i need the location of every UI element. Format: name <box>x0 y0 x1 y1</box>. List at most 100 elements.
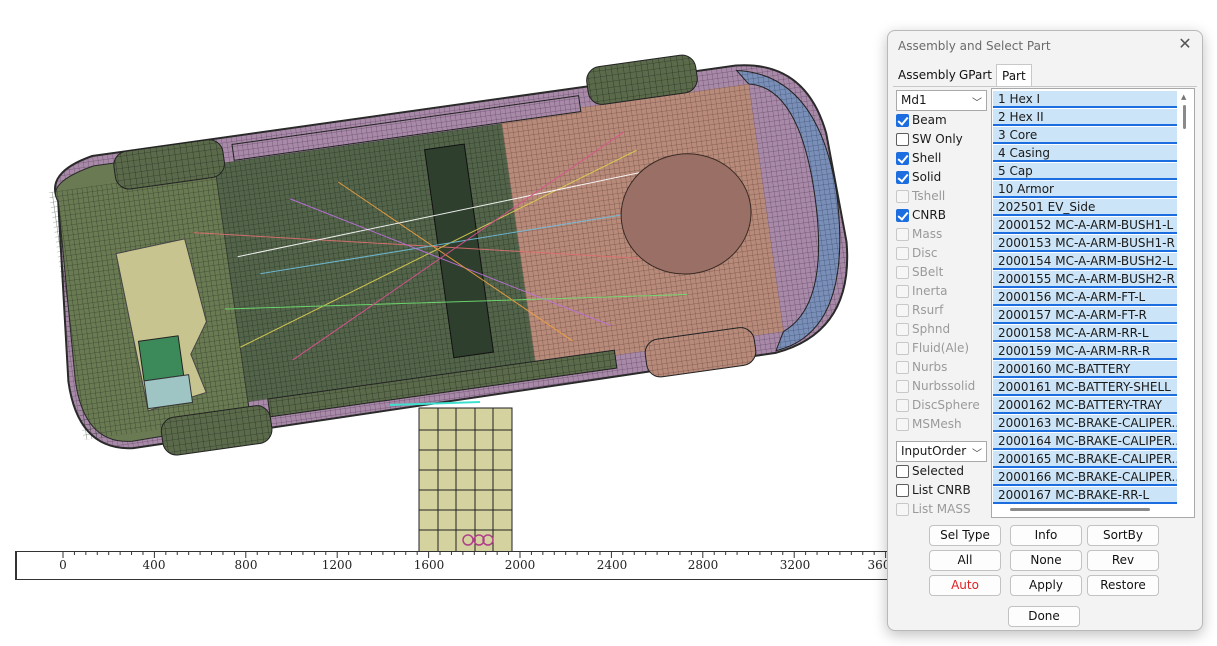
order-select[interactable]: InputOrder ﹀ <box>896 441 987 462</box>
list-item[interactable]: 2000157 MC-A-ARM-FT-R <box>993 307 1177 324</box>
list-item[interactable]: 2000158 MC-A-ARM-RR-L <box>993 325 1177 342</box>
checkbox-checked-icon[interactable] <box>896 152 909 165</box>
sortby-button[interactable]: SortBy <box>1087 525 1159 546</box>
list-item[interactable]: 202501 EV_Side <box>993 199 1177 216</box>
checkbox-empty-icon <box>896 247 909 260</box>
ruler-label: 1200 <box>321 558 353 572</box>
checkbox-checked-icon[interactable] <box>896 209 909 222</box>
checkbox-empty-icon <box>896 418 909 431</box>
model-viewport[interactable]: 0 400 800 1200 1600 2000 2400 2800 3200 … <box>0 0 895 600</box>
checkbox-label: Inerta <box>912 284 948 298</box>
list-item[interactable]: 2000153 MC-A-ARM-BUSH1-R <box>993 235 1177 252</box>
checkbox-empty-icon <box>896 323 909 336</box>
checkbox-checked-icon[interactable] <box>896 114 909 127</box>
checkbox-label: Tshell <box>912 189 946 203</box>
ruler-label: 2000 <box>504 558 536 572</box>
list-item[interactable]: 2000164 MC-BRAKE-CALIPER... <box>993 433 1177 450</box>
tab-gpart[interactable]: GPart <box>954 64 997 86</box>
model-select[interactable]: Md1 ﹀ <box>896 90 987 111</box>
list-item[interactable]: 5 Cap <box>993 163 1177 180</box>
part-list[interactable]: 1 Hex I2 Hex II 3 Core 4 Casing 5 Cap 10 Arm… <box>991 88 1195 518</box>
list-item[interactable]: 2000163 MC-BRAKE-CALIPER... <box>993 415 1177 432</box>
distance-ruler: 0 400 800 1200 1600 2000 2400 2800 3200 … <box>15 551 895 580</box>
checkbox-empty-icon[interactable] <box>896 484 909 497</box>
order-select-value: InputOrder <box>901 444 967 458</box>
checkbox-empty-icon <box>896 361 909 374</box>
model-select-value: Md1 <box>901 93 927 107</box>
list-item[interactable]: 2000166 MC-BRAKE-CALIPER... <box>993 469 1177 486</box>
checkbox-label: SW Only <box>912 132 963 146</box>
checkbox-checked-icon[interactable] <box>896 171 909 184</box>
close-icon[interactable]: ✕ <box>1176 35 1194 53</box>
checkbox-label: Rsurf <box>912 303 944 317</box>
checkbox-empty-icon <box>896 285 909 298</box>
checkbox-label: Beam <box>912 113 947 127</box>
checkbox-empty-icon <box>896 228 909 241</box>
none-button[interactable]: None <box>1010 550 1082 571</box>
checkbox-label: Solid <box>912 170 942 184</box>
info-button[interactable]: Info <box>1010 525 1082 546</box>
list-item[interactable]: 2000155 MC-A-ARM-BUSH2-R <box>993 271 1177 288</box>
checkbox-label: Shell <box>912 151 942 165</box>
list-item[interactable]: 2000159 MC-A-ARM-RR-R <box>993 343 1177 360</box>
list-item[interactable]: 2000167 MC-BRAKE-RR-L <box>993 487 1177 504</box>
vehicle-mesh-render <box>48 54 849 559</box>
checkbox-label: DiscSphere <box>912 398 980 412</box>
ruler-label: 2800 <box>687 558 719 572</box>
list-item[interactable]: 2000152 MC-A-ARM-BUSH1-L <box>993 217 1177 234</box>
barrier-block <box>389 401 513 559</box>
checkbox-empty-icon <box>896 399 909 412</box>
chevron-down-icon: ﹀ <box>972 449 982 460</box>
tab-assembly[interactable]: Assembly <box>893 64 961 86</box>
checkbox-empty-icon[interactable] <box>896 133 909 146</box>
all-button[interactable]: All <box>929 550 1001 571</box>
list-item[interactable]: 1 Hex I <box>993 91 1177 108</box>
list-item[interactable]: 2000162 MC-BATTERY-TRAY <box>993 397 1177 414</box>
checkbox-label: CNRB <box>912 208 946 222</box>
done-button[interactable]: Done <box>1008 606 1080 627</box>
checkbox-label: MSMesh <box>912 417 962 431</box>
checkbox-empty-icon <box>896 380 909 393</box>
apply-button[interactable]: Apply <box>1010 575 1082 596</box>
checkbox-label: Sphnd <box>912 322 951 336</box>
ruler-label: 2400 <box>596 558 628 572</box>
list-item[interactable]: 2000160 MC-BATTERY <box>993 361 1177 378</box>
list-item[interactable]: 3 Core <box>993 127 1177 144</box>
scroll-up-icon[interactable]: ▲ <box>1181 93 1186 101</box>
rev-button[interactable]: Rev <box>1087 550 1159 571</box>
ruler-label: 3200 <box>779 558 811 572</box>
assembly-select-part-dialog: Assembly and Select Part ✕ Assembly GPar… <box>887 30 1203 631</box>
ruler-label: 400 <box>142 558 166 572</box>
checkbox-empty-icon <box>896 503 909 516</box>
horizontal-scrollbar[interactable] <box>1010 508 1150 511</box>
sel-type-button[interactable]: Sel Type >> <box>929 525 1001 561</box>
list-item[interactable]: 2000156 MC-A-ARM-FT-L <box>993 289 1177 306</box>
scroll-thumb[interactable] <box>1183 105 1186 129</box>
checkbox-empty-icon <box>896 190 909 203</box>
ruler-label: 0 <box>59 558 67 572</box>
list-item[interactable]: 4 Casing <box>993 145 1177 162</box>
list-item[interactable]: 2 Hex II <box>993 109 1177 126</box>
dialog-title: Assembly and Select Part <box>898 39 1051 53</box>
checkbox-label: Nurbssolid <box>912 379 976 393</box>
list-item[interactable]: 2000154 MC-A-ARM-BUSH2-L <box>993 253 1177 270</box>
ruler-label: 800 <box>234 558 258 572</box>
checkbox-label: Fluid(Ale) <box>912 341 970 355</box>
ruler-label: 1600 <box>413 558 445 572</box>
checkbox-empty-icon <box>896 266 909 279</box>
checkbox-label: Nurbs <box>912 360 948 374</box>
checkbox-label: SBelt <box>912 265 944 279</box>
checkbox-label: Selected <box>912 464 965 478</box>
checkbox-label: List CNRB <box>912 483 971 497</box>
chevron-down-icon: ﹀ <box>972 98 982 109</box>
checkbox-empty-icon <box>896 342 909 355</box>
list-item[interactable]: 2000165 MC-BRAKE-CALIPER... <box>993 451 1177 468</box>
checkbox-empty-icon[interactable] <box>896 465 909 478</box>
vertical-scrollbar[interactable]: ▲ <box>1178 93 1192 513</box>
restore-button[interactable]: Restore <box>1087 575 1159 596</box>
list-item[interactable]: 10 Armor <box>993 181 1177 198</box>
checkbox-label: List MASS <box>912 502 971 516</box>
auto-button[interactable]: Auto <box>929 575 1001 596</box>
tab-part[interactable]: Part <box>996 64 1032 86</box>
list-item[interactable]: 2000161 MC-BATTERY-SHELL <box>993 379 1177 396</box>
